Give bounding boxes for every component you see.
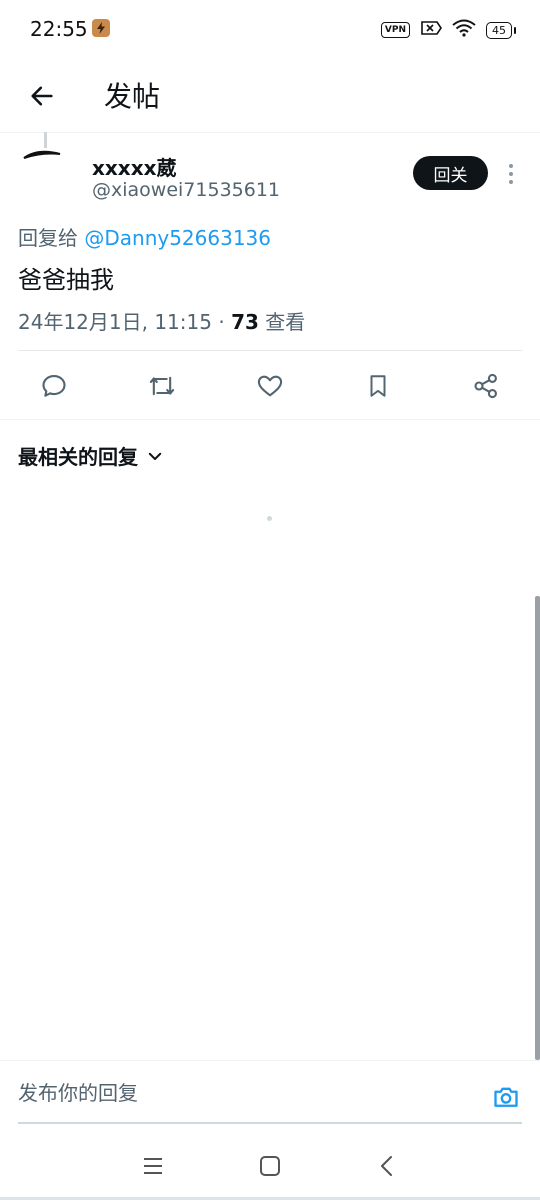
like-button[interactable] <box>250 366 290 406</box>
loading-indicator <box>267 516 272 521</box>
post-action-bar <box>0 358 540 414</box>
arrow-left-icon <box>31 86 53 106</box>
more-options-icon[interactable] <box>500 160 522 188</box>
follow-back-button[interactable]: 回关 <box>413 156 488 190</box>
author-display-name[interactable]: xxxxx葳 <box>92 152 177 181</box>
camera-icon <box>494 1087 518 1107</box>
back-icon <box>381 1156 392 1176</box>
reply-to-prefix: 回复给 <box>18 226 78 250</box>
home-icon <box>260 1156 280 1176</box>
vpn-icon: VPN <box>380 22 410 38</box>
share-button[interactable] <box>466 366 506 406</box>
top-app-bar: 发帖 <box>0 60 540 133</box>
post-text: 爸爸抽我 <box>18 266 114 294</box>
post-meta: 24年12月1日, 11:15 · 73 查看 <box>18 306 305 335</box>
retweet-icon <box>149 376 175 396</box>
views-count: 73 <box>231 310 259 334</box>
like-icon <box>257 375 283 397</box>
back-button[interactable] <box>22 76 62 116</box>
bookmark-icon <box>370 375 386 397</box>
avatar[interactable] <box>18 132 72 186</box>
post-timestamp[interactable]: 24年12月1日, 11:15 <box>18 310 212 334</box>
author-handle[interactable]: @xiaowei71535611 <box>92 179 280 201</box>
divider <box>18 350 522 351</box>
views-label: 查看 <box>265 310 306 334</box>
flash-app-icon <box>92 19 110 37</box>
composer-underline <box>18 1122 522 1124</box>
share-icon <box>474 373 497 399</box>
status-bar: 22:55 VPN 45 <box>0 0 540 60</box>
retweet-button[interactable] <box>142 366 182 406</box>
reply-button[interactable] <box>34 366 74 406</box>
menu-button[interactable] <box>135 1148 171 1184</box>
camera-button[interactable] <box>490 1081 522 1113</box>
reply-icon <box>42 375 66 397</box>
reply-to-mention-link[interactable]: @Danny52663136 <box>84 226 271 250</box>
reply-sort-label: 最相关的回复 <box>18 445 138 469</box>
reply-composer <box>0 1060 540 1125</box>
home-button[interactable] <box>252 1148 288 1184</box>
menu-icon <box>144 1158 162 1174</box>
chevron-down-icon <box>148 452 162 460</box>
no-sim-icon <box>420 20 442 40</box>
reply-to-line: 回复给 @Danny52663136 <box>18 222 271 251</box>
system-back-button[interactable] <box>369 1148 405 1184</box>
reply-input[interactable] <box>18 1081 458 1105</box>
scrollbar[interactable] <box>535 596 540 1060</box>
reply-sort-dropdown[interactable]: 最相关的回复 <box>18 441 164 470</box>
status-icons: VPN 45 <box>380 19 516 41</box>
wifi-icon <box>452 19 476 41</box>
page-title: 发帖 <box>104 80 161 113</box>
status-time: 22:55 <box>30 17 88 41</box>
battery-icon: 45 <box>486 21 516 39</box>
meta-separator: · <box>218 310 225 334</box>
system-nav-bar <box>0 1132 540 1200</box>
bookmark-button[interactable] <box>358 366 398 406</box>
divider <box>0 419 540 420</box>
